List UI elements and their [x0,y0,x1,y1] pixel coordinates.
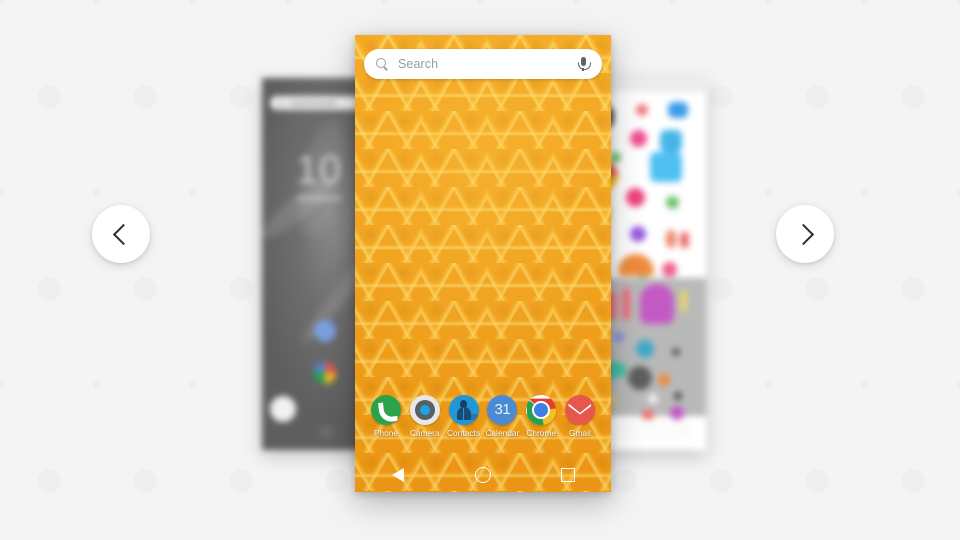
gmail-icon[interactable] [564,395,595,425]
preview-left-app-icon[interactable] [270,396,296,422]
dock-app-calendar[interactable]: 31 Calendar [483,395,521,453]
preview-right-app-icon[interactable] [666,196,679,209]
nav-recents-button[interactable] [548,462,588,488]
mic-stem [582,68,584,72]
wallpaper-carousel-stage: 10 Search Phone Camera Contacts 31 Calen… [0,0,960,540]
contacts-icon[interactable] [448,395,479,425]
home-circle-icon [474,467,491,483]
nav-home-button[interactable] [463,462,503,488]
preview-left-search-bar[interactable] [270,96,368,110]
dock-label-contacts: Contacts [447,429,481,438]
main-phone-preview[interactable]: Search Phone Camera Contacts 31 Calendar… [355,35,611,492]
preview-left-date [296,196,342,201]
android-navigation-bar [355,458,611,492]
preview-left-app-icon[interactable] [314,362,336,384]
dock-app-camera[interactable]: Camera [406,395,444,453]
search-icon [376,57,389,71]
back-triangle-icon [391,468,404,482]
dock-label-phone: Phone [373,429,399,438]
nav-back-button[interactable] [378,462,418,488]
calendar-day-number: 31 [494,401,511,418]
preview-right-app-icon[interactable] [610,152,621,163]
dock-label-camera: Camera [409,429,440,438]
chevron-left-icon [112,223,134,245]
preview-right-app-icon[interactable] [674,392,682,400]
recents-square-icon [561,468,576,482]
gmail-envelope-flap [568,403,592,415]
preview-right-app-icon[interactable] [636,104,648,116]
preview-right-app-icon[interactable] [666,230,676,248]
app-dock: Phone Camera Contacts 31 Calendar Chrome… [355,395,611,453]
carousel-prev-button[interactable] [92,205,150,263]
dock-app-gmail[interactable]: Gmail [561,395,599,453]
dock-app-contacts[interactable]: Contacts [445,395,483,453]
preview-right-app-icon[interactable] [614,332,624,342]
preview-right-app-icon[interactable] [642,410,654,420]
search-input[interactable]: Search [398,57,576,71]
carousel-next-button[interactable] [776,205,834,263]
preview-right-app-icon[interactable] [622,288,630,320]
preview-right-app-icon[interactable] [680,290,687,312]
preview-right-app-icon[interactable] [636,340,654,358]
preview-right-app-icon[interactable] [680,232,689,248]
dock-app-phone[interactable]: Phone [367,395,405,453]
preview-left-app-icon[interactable] [320,426,334,438]
preview-left-app-icon[interactable] [314,320,336,342]
mic-arc [577,62,591,70]
preview-right-app-icon[interactable] [626,188,645,207]
preview-right-app-icon[interactable] [630,226,646,242]
preview-right-app-icon[interactable] [648,394,658,404]
chrome-icon[interactable] [526,395,557,425]
contacts-slit [462,408,465,420]
calendar-icon[interactable]: 31 [487,395,518,425]
microphone-icon[interactable] [576,56,591,72]
preview-left-clock: 10 [295,148,343,192]
dock-label-gmail: Gmail [569,429,591,438]
phone-icon[interactable] [371,395,401,425]
chevron-right-icon [792,223,814,245]
preview-right-app-icon[interactable] [630,130,647,147]
preview-right-app-icon[interactable] [672,348,680,356]
dock-app-chrome[interactable]: Chrome [522,395,560,453]
search-widget[interactable]: Search [364,49,602,79]
preview-right-app-icon[interactable] [650,152,682,182]
preview-right-app-icon[interactable] [628,366,652,390]
preview-left-search-text [289,100,337,106]
preview-right-app-icon[interactable] [670,406,684,420]
preview-right-app-icon[interactable] [662,262,677,277]
preview-right-app-icon[interactable] [660,130,682,152]
preview-right-app-icon[interactable] [658,374,670,386]
camera-icon[interactable] [409,395,440,425]
preview-right-app-icon[interactable] [640,284,674,324]
dock-label-chrome: Chrome [526,429,557,438]
preview-right-app-icon[interactable] [668,102,688,118]
dock-label-calendar: Calendar [485,429,520,438]
